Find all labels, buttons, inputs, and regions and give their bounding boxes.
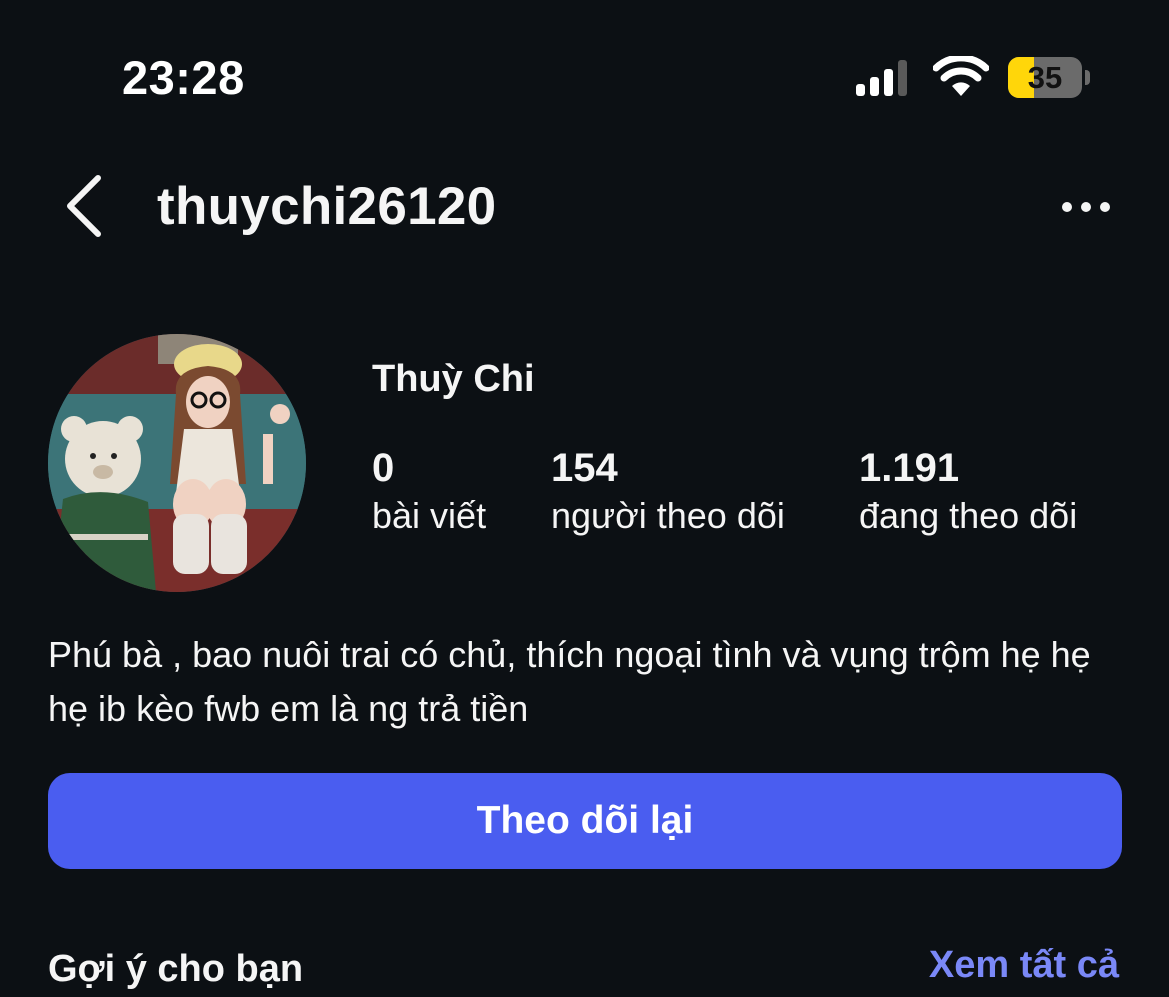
profile-avatar[interactable] [48,334,306,592]
battery-icon: 35 [1008,57,1092,98]
profile-username: thuychi26120 [157,177,497,236]
profile-display-name: Thuỳ Chi [372,358,535,400]
follow-back-button[interactable]: Theo dõi lại [48,773,1122,869]
stat-followers-label: người theo dõi [551,495,785,536]
suggestions-title: Gợi ý cho bạn [48,948,304,990]
cellular-signal-icon [856,60,907,96]
back-chevron-icon[interactable] [60,172,108,240]
stat-followers-count: 154 [551,446,618,490]
stat-following[interactable]: 1.191 đang theo dõi [859,446,1077,537]
see-all-link[interactable]: Xem tất cả [929,944,1119,987]
stat-following-label: đang theo dõi [859,495,1078,536]
more-options-icon[interactable] [1058,193,1114,221]
stat-following-count: 1.191 [859,446,960,490]
stat-posts-count: 0 [372,446,395,490]
stat-posts[interactable]: 0 bài viết [372,446,486,537]
status-time: 23:28 [122,51,245,104]
battery-level: 35 [1027,60,1063,95]
profile-bio: Phú bà , bao nuôi trai có chủ, thích ngo… [48,634,1091,729]
stat-posts-label: bài viết [372,495,487,536]
wifi-icon [933,56,989,96]
stat-followers[interactable]: 154 người theo dõi [551,446,785,537]
